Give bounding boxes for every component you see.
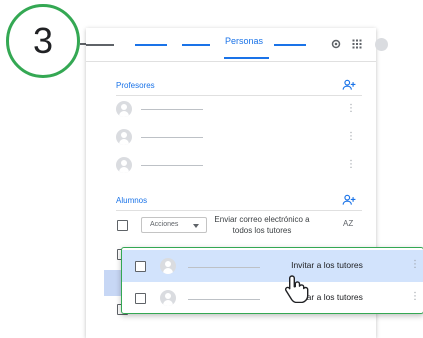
apps-grid-icon[interactable] <box>351 38 363 50</box>
avatar <box>116 129 132 145</box>
tab-people[interactable]: Personas <box>225 36 263 46</box>
settings-icon[interactable] <box>330 38 342 50</box>
add-person-icon[interactable] <box>342 194 356 206</box>
student-row-selected[interactable]: Invitar a los tutores ⋮ <box>122 250 423 282</box>
selected-row-edge <box>104 270 122 296</box>
teacher-row[interactable]: ⋮ <box>116 101 356 121</box>
invite-tutors-highlight: Invitar a los tutores ⋮ Invitar a los tu… <box>121 247 423 314</box>
teachers-section-title: Profesores <box>116 81 155 90</box>
teachers-divider <box>116 95 362 96</box>
teacher-row[interactable]: ⋮ <box>116 157 356 177</box>
sort-az-icon[interactable]: AZ <box>343 219 353 228</box>
dropdown-caret-icon <box>193 224 199 228</box>
tab-placeholder-1[interactable] <box>135 44 167 46</box>
more-vert-icon[interactable]: ⋮ <box>346 104 356 114</box>
account-icon[interactable] <box>375 38 388 51</box>
tab-placeholder-2[interactable] <box>182 44 210 46</box>
name-placeholder <box>188 267 260 268</box>
avatar <box>160 290 176 306</box>
name-placeholder <box>141 137 203 138</box>
top-bar: Personas <box>86 28 388 61</box>
email-all-tutors-button[interactable]: Enviar correo electrónico a todos los tu… <box>214 214 310 236</box>
active-tab-indicator <box>224 57 269 59</box>
avatar <box>116 157 132 173</box>
students-section-title: Alumnos <box>116 196 148 205</box>
avatar <box>160 258 176 274</box>
actions-label: Acciones <box>150 221 179 228</box>
name-placeholder <box>141 109 203 110</box>
student-checkbox[interactable] <box>135 261 146 272</box>
step-number-badge: 3 <box>6 4 80 78</box>
header-divider <box>86 61 376 62</box>
student-row[interactable]: Invitar a los tutores ⋮ <box>122 282 423 314</box>
more-vert-icon[interactable]: ⋮ <box>346 132 356 142</box>
topbar-placeholder <box>86 44 114 46</box>
actions-dropdown[interactable]: Acciones <box>141 217 207 233</box>
more-vert-icon[interactable]: ⋮ <box>410 292 420 302</box>
more-vert-icon[interactable]: ⋮ <box>410 260 420 270</box>
students-divider <box>116 210 362 211</box>
name-placeholder <box>141 165 203 166</box>
add-person-icon[interactable] <box>342 79 356 91</box>
avatar <box>116 101 132 117</box>
teacher-row[interactable]: ⋮ <box>116 129 356 149</box>
tab-placeholder-3[interactable] <box>274 44 306 46</box>
student-checkbox[interactable] <box>135 293 146 304</box>
name-placeholder <box>188 299 260 300</box>
more-vert-icon[interactable]: ⋮ <box>346 160 356 170</box>
select-all-checkbox[interactable] <box>117 220 128 231</box>
hand-cursor-icon <box>284 275 309 303</box>
invite-tutors-link[interactable]: Invitar a los tutores <box>277 260 377 270</box>
